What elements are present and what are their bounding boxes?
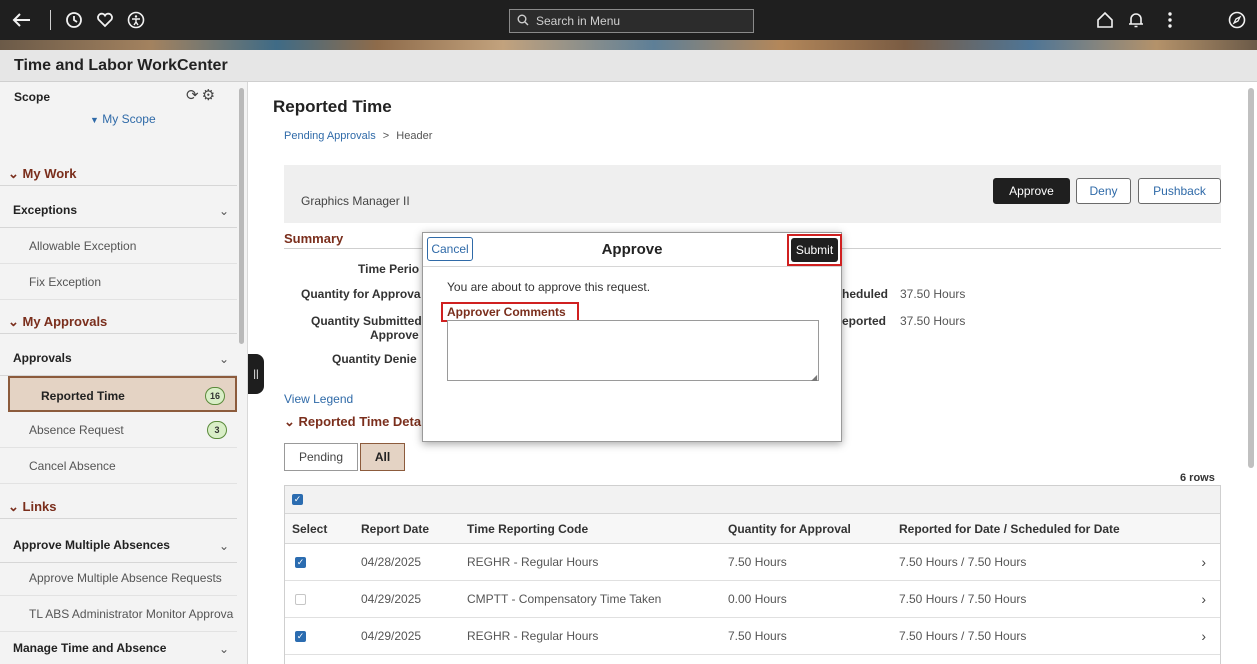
chevron-down-icon: ⌄ — [218, 352, 229, 366]
sidebar-item-label: Reported Time — [41, 389, 125, 403]
sidebar-item-label: Fix Exception — [29, 275, 102, 289]
app-title-bar: Time and Labor WorkCenter — [0, 50, 1257, 82]
sidebar-item-label: Absence Request — [29, 423, 124, 437]
sidebar-item-cancel-absence[interactable]: Cancel Absence — [0, 448, 237, 484]
settings-gear-icon[interactable]: ⚙ — [202, 87, 218, 104]
chevron-down-icon: ⌄ — [218, 204, 229, 218]
approver-comments-label: Approver Comments — [447, 305, 566, 319]
section-links[interactable]: ⌄ Links — [0, 493, 237, 519]
app-title: Time and Labor WorkCenter — [14, 57, 228, 74]
sidebar-item-approve-multiple-absence-requests[interactable]: Approve Multiple Absence Requests — [0, 560, 237, 596]
group-label: Exceptions — [13, 203, 78, 217]
chevron-down-icon: ⌄ — [8, 314, 19, 329]
group-exceptions[interactable]: Exceptions ⌄ — [0, 192, 237, 228]
navbar-compass-icon[interactable] — [1225, 8, 1249, 32]
banner-decoration — [0, 40, 1257, 50]
my-scope-link[interactable]: ▼ My Scope — [90, 112, 156, 126]
resize-grip-icon[interactable]: ◢ — [811, 373, 817, 382]
dialog-message: You are about to approve this request. — [447, 280, 651, 294]
cancel-button[interactable]: Cancel — [427, 237, 473, 261]
group-manage-time-and-absence[interactable]: Manage Time and Absence ⌄ — [0, 630, 237, 664]
chevron-down-icon: ⌄ — [8, 499, 19, 514]
section-label: My Approvals — [22, 314, 108, 329]
sidebar-item-label: Cancel Absence — [29, 459, 116, 473]
group-approvals[interactable]: Approvals ⌄ — [0, 340, 237, 376]
count-badge: 16 — [205, 387, 225, 405]
sidebar-item-label: TL ABS Administrator Monitor Approva — [29, 607, 234, 621]
sidebar-item-allowable-exception[interactable]: Allowable Exception — [0, 228, 237, 264]
section-my-approvals[interactable]: ⌄ My Approvals — [0, 308, 237, 334]
sidebar-item-tl-abs-administrator[interactable]: TL ABS Administrator Monitor Approva — [0, 596, 237, 632]
submit-button[interactable]: Submit — [791, 238, 838, 262]
approve-dialog: Cancel Approve Submit You are about to a… — [422, 232, 842, 442]
notifications-bell-icon[interactable] — [1124, 8, 1148, 32]
sidebar-item-fix-exception[interactable]: Fix Exception — [0, 264, 237, 300]
accessibility-icon[interactable] — [124, 8, 148, 32]
recent-history-icon[interactable] — [62, 8, 86, 32]
sidebar-item-label: Approve Multiple Absence Requests — [29, 571, 222, 585]
toolbar-divider — [50, 10, 51, 30]
chevron-down-icon: ⌄ — [8, 166, 19, 181]
group-label: Approve Multiple Absences — [13, 538, 170, 552]
triangle-down-icon: ▼ — [90, 115, 99, 125]
search-placeholder: Search in Menu — [536, 14, 621, 28]
top-navigation-bar: Search in Menu — [0, 0, 1257, 40]
refresh-icon[interactable]: ⟳ — [186, 87, 202, 104]
group-label: Approvals — [13, 351, 72, 365]
scope-label: Scope — [14, 90, 51, 104]
search-icon — [517, 14, 529, 29]
section-my-work[interactable]: ⌄ My Work — [0, 160, 237, 186]
sidebar-item-absence-request[interactable]: Absence Request 3 — [0, 412, 237, 448]
group-approve-multiple-absences[interactable]: Approve Multiple Absences ⌄ — [0, 527, 237, 563]
section-label: Links — [22, 499, 57, 514]
home-icon[interactable] — [1093, 8, 1117, 32]
sidebar-scrollbar[interactable] — [239, 88, 244, 344]
count-badge: 3 — [207, 421, 227, 439]
workcenter-sidebar: Scope ⟳⚙ ▼ My Scope ⌄ My Work Exceptions… — [0, 82, 248, 664]
my-scope-label: My Scope — [102, 112, 156, 126]
chevron-down-icon: ⌄ — [218, 642, 229, 656]
favorites-heart-icon[interactable] — [93, 8, 117, 32]
group-label: Manage Time and Absence — [13, 641, 167, 655]
actions-menu-icon[interactable] — [1158, 8, 1182, 32]
sidebar-item-reported-time[interactable]: Reported Time 16 — [8, 376, 237, 412]
dialog-title: Approve — [601, 241, 663, 258]
chevron-down-icon: ⌄ — [218, 539, 229, 553]
section-label: My Work — [22, 166, 77, 181]
back-arrow-icon[interactable] — [10, 8, 34, 32]
dialog-header: Cancel Approve Submit — [423, 233, 842, 267]
approver-comments-textarea[interactable] — [447, 320, 819, 381]
sidebar-item-label: Allowable Exception — [29, 239, 137, 253]
search-menu-input[interactable]: Search in Menu — [509, 9, 754, 33]
